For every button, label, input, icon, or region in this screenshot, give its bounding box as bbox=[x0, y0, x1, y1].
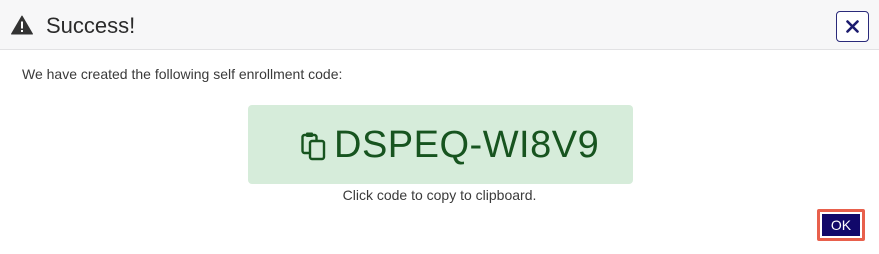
ok-focus-ring: OK bbox=[817, 209, 865, 241]
copy-hint: Click code to copy to clipboard. bbox=[342, 187, 537, 203]
ok-button[interactable]: OK bbox=[822, 214, 860, 236]
enrollment-code-button[interactable]: DSPEQ-WI8V9 bbox=[248, 105, 633, 184]
warning-icon bbox=[11, 15, 33, 35]
success-dialog: Success! We have created the following s… bbox=[0, 0, 879, 254]
dialog-header: Success! bbox=[0, 0, 879, 50]
dialog-message: We have created the following self enrol… bbox=[22, 66, 343, 82]
dialog-title: Success! bbox=[46, 13, 136, 38]
enrollment-code: DSPEQ-WI8V9 bbox=[334, 124, 600, 166]
close-button[interactable] bbox=[836, 11, 869, 42]
close-icon bbox=[846, 20, 859, 33]
clipboard-icon bbox=[301, 131, 327, 161]
